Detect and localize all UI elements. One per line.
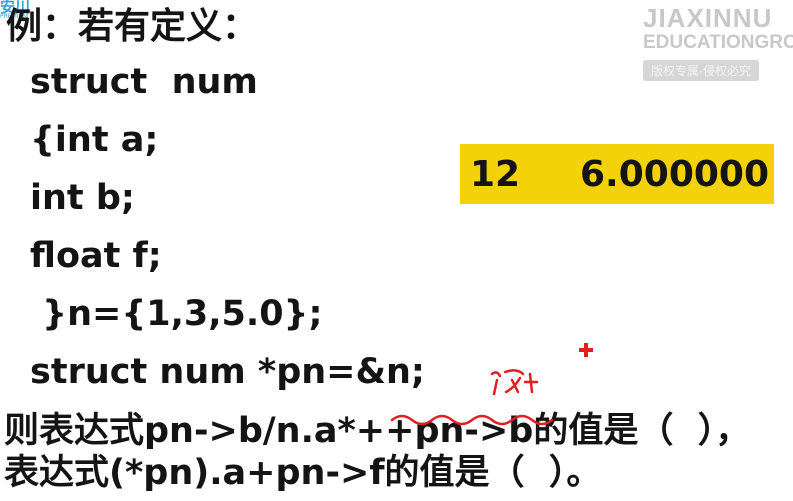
answer-second: 6.000000: [580, 153, 770, 195]
annotation-glyph: [490, 369, 539, 396]
code-line-3: int b;: [30, 178, 135, 218]
watermark-line-2: EDUCATIONGRO: [643, 32, 793, 53]
code-line-6: struct num *pn=&n;: [30, 352, 425, 392]
watermark-line-3: 版权专属·侵权必究: [643, 60, 759, 81]
code-line-4: float f;: [30, 236, 162, 276]
example-heading: 例：若有定义：: [6, 6, 259, 47]
question-line-2: 表达式(*pn).a+pn->f的值是（ ）。: [4, 453, 602, 493]
code-line-5: }n={1,3,5.0};: [30, 294, 323, 334]
cursor-cross-icon: [579, 343, 593, 357]
code-line-1: struct num: [30, 62, 258, 102]
watermark-line-1: JIAXINNU: [643, 4, 773, 32]
answer-highlight-box: 12 6.000000: [460, 144, 774, 204]
question-line-1: 则表达式pn->b/n.a*++pn->b的值是（ ），: [4, 411, 751, 451]
answer-first: 12: [470, 153, 521, 195]
code-line-2: {int a;: [30, 120, 159, 160]
watermark: JIAXINNU EDUCATIONGRO 版权专属·侵权必究: [643, 4, 793, 81]
